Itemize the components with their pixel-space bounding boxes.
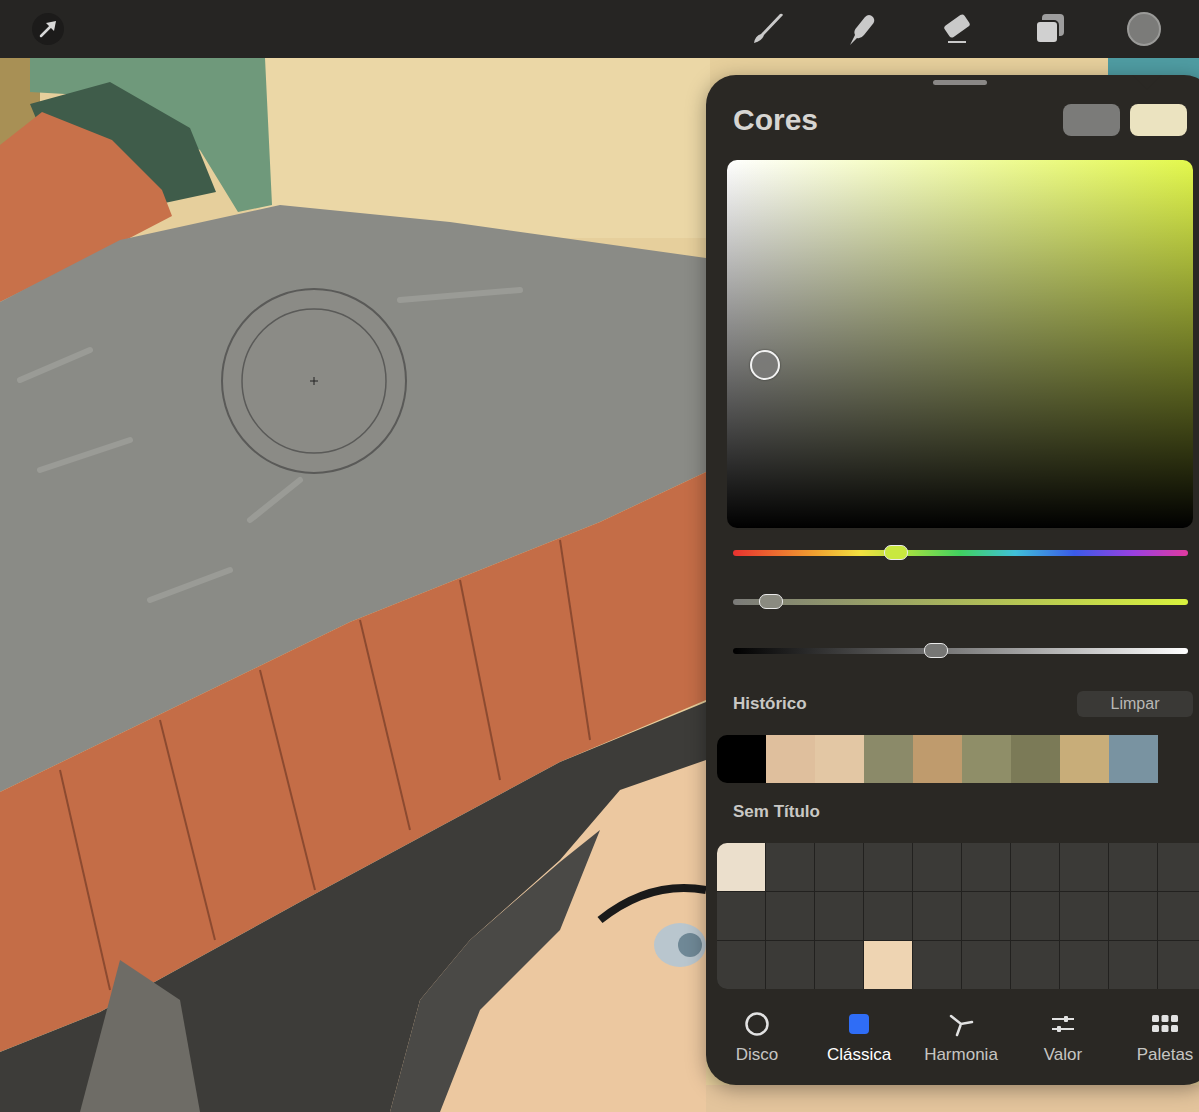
palette-swatch[interactable] <box>1158 892 1199 940</box>
history-swatch[interactable] <box>766 735 815 783</box>
palette-swatch[interactable] <box>766 843 814 891</box>
brush-button[interactable] <box>738 7 798 51</box>
slider-row <box>733 577 1188 626</box>
mode-tab[interactable]: Paletas <box>1114 1011 1199 1065</box>
palette-swatch[interactable] <box>1158 941 1199 989</box>
palette-swatch[interactable] <box>864 843 912 891</box>
palette-swatch[interactable] <box>815 941 863 989</box>
panel-title: Cores <box>733 104 818 136</box>
mode-tab[interactable]: Disco <box>706 1011 808 1065</box>
slider-row <box>733 528 1188 577</box>
tab-label: Clássica <box>827 1045 891 1065</box>
palette-swatch[interactable] <box>1109 892 1157 940</box>
palette-swatch[interactable] <box>962 892 1010 940</box>
slider-track[interactable] <box>733 550 1188 556</box>
slider-track[interactable] <box>733 599 1188 605</box>
color-panel: Cores Histórico Limpar Sem Título Disco Cláss… <box>706 75 1199 1085</box>
eraser-icon <box>936 9 976 49</box>
history-swatch[interactable] <box>1060 735 1109 783</box>
history-swatch[interactable] <box>864 735 913 783</box>
smudge-button[interactable] <box>832 7 892 51</box>
history-swatch[interactable] <box>717 735 766 783</box>
color-mode-tabs: Disco Clássica Harmonia Valor Paletas <box>706 1011 1199 1065</box>
palette-swatch[interactable] <box>1158 843 1199 891</box>
clear-button[interactable]: Limpar <box>1077 691 1193 717</box>
sliders-icon <box>1050 1011 1076 1037</box>
brush-icon <box>748 9 788 49</box>
slider-knob[interactable] <box>924 643 948 658</box>
history-swatch[interactable] <box>1109 735 1158 783</box>
palette-swatch[interactable] <box>913 892 961 940</box>
palette-swatch[interactable] <box>913 941 961 989</box>
history-header: Histórico Limpar <box>706 690 1199 718</box>
palette-swatch[interactable] <box>766 892 814 940</box>
panel-header: Cores <box>706 104 1199 136</box>
palette-swatch[interactable] <box>1011 941 1059 989</box>
palette-swatch[interactable] <box>962 941 1010 989</box>
palette-header: Sem Título <box>706 800 1199 824</box>
panel-grabber[interactable] <box>933 80 987 85</box>
palette-swatch[interactable] <box>1060 843 1108 891</box>
slider-knob[interactable] <box>884 545 908 560</box>
palette-swatch[interactable] <box>1060 892 1108 940</box>
tab-label: Disco <box>736 1045 779 1065</box>
palette-swatch[interactable] <box>864 941 912 989</box>
current-color-icon <box>1127 12 1161 46</box>
layers-button[interactable] <box>1020 7 1080 51</box>
history-swatch[interactable] <box>815 735 864 783</box>
finger-icon <box>842 9 882 49</box>
tab-label: Paletas <box>1137 1045 1194 1065</box>
palette-swatch[interactable] <box>1011 892 1059 940</box>
disc-icon <box>744 1011 770 1037</box>
history-swatches <box>717 735 1199 783</box>
mode-tab[interactable]: Clássica <box>808 1011 910 1065</box>
history-swatch[interactable] <box>1011 735 1060 783</box>
palette-swatch[interactable] <box>717 892 765 940</box>
arrow-icon <box>31 12 65 46</box>
color-sliders <box>706 528 1199 675</box>
palette-swatch[interactable] <box>1060 941 1108 989</box>
grid-icon <box>1151 1011 1179 1037</box>
palette-swatch[interactable] <box>1011 843 1059 891</box>
tool-group <box>738 7 1174 51</box>
slider-row <box>733 626 1188 675</box>
panel-pointer <box>1133 75 1161 89</box>
palette-swatch[interactable] <box>815 843 863 891</box>
harmony-icon <box>948 1011 974 1037</box>
history-title: Histórico <box>733 694 807 714</box>
eraser-button[interactable] <box>926 7 986 51</box>
palette-swatch[interactable] <box>717 941 765 989</box>
palette-swatch[interactable] <box>962 843 1010 891</box>
saturation-brightness-picker[interactable] <box>727 160 1193 528</box>
palette-swatch[interactable] <box>1109 843 1157 891</box>
procreate-screen: Cores Histórico Limpar Sem Título Disco Cláss… <box>0 0 1199 1112</box>
slider-knob[interactable] <box>759 594 783 609</box>
history-swatch[interactable] <box>962 735 1011 783</box>
tab-label: Harmonia <box>924 1045 998 1065</box>
palette-swatch[interactable] <box>1109 941 1157 989</box>
brush-cursor <box>222 289 406 473</box>
transform-button[interactable] <box>31 12 65 46</box>
current-color-swatch[interactable] <box>1063 104 1120 136</box>
slider-track[interactable] <box>733 648 1188 654</box>
color-button[interactable] <box>1114 7 1174 51</box>
top-toolbar <box>0 0 1199 58</box>
palette-swatch[interactable] <box>717 843 765 891</box>
picker-marker[interactable] <box>750 350 780 380</box>
mode-tab[interactable]: Valor <box>1012 1011 1114 1065</box>
palette-swatch[interactable] <box>766 941 814 989</box>
mode-tab[interactable]: Harmonia <box>910 1011 1012 1065</box>
palette-title: Sem Título <box>733 802 820 822</box>
history-swatch[interactable] <box>913 735 962 783</box>
palette-swatch[interactable] <box>913 843 961 891</box>
color-compare <box>1063 104 1187 136</box>
square-icon <box>846 1011 872 1037</box>
palette-grid <box>717 843 1199 989</box>
palette-swatch[interactable] <box>815 892 863 940</box>
layers-icon <box>1030 9 1070 49</box>
tab-label: Valor <box>1044 1045 1082 1065</box>
previous-color-swatch[interactable] <box>1130 104 1187 136</box>
palette-swatch[interactable] <box>864 892 912 940</box>
